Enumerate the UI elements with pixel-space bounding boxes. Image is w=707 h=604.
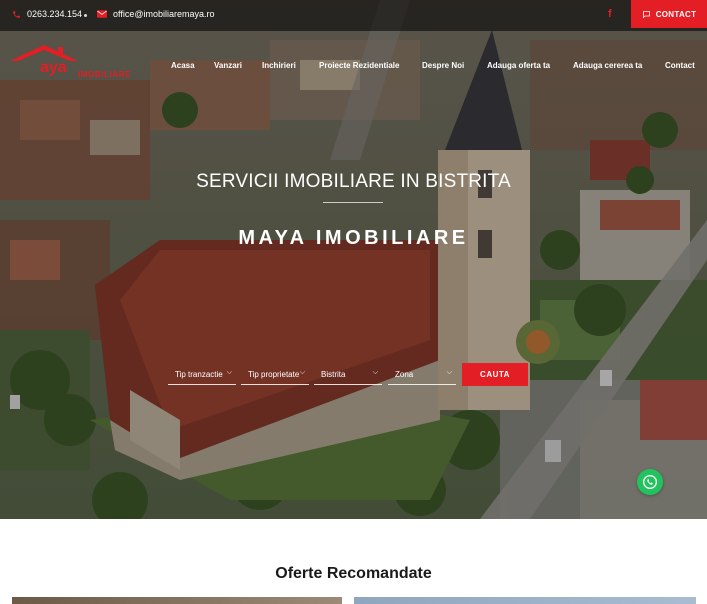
email-link[interactable]: office@imobiliaremaya.ro: [97, 9, 215, 19]
nav-adauga-cererea[interactable]: Adauga cererea ta: [573, 61, 642, 70]
nav-proiecte-rezidentiale[interactable]: Proiecte Rezidentiale: [319, 61, 399, 70]
hero-brand: MAYA IMOBILIARE: [238, 227, 469, 249]
offer-card-image[interactable]: [12, 597, 342, 604]
oras-select[interactable]: Bistrita ⌵: [314, 363, 382, 385]
phone-link[interactable]: 0263.234.154: [12, 9, 82, 19]
chat-bubble-icon: [642, 10, 650, 18]
oras-label: Bistrita: [321, 370, 346, 379]
facebook-icon[interactable]: f: [608, 8, 612, 20]
zona-label: Zona: [395, 370, 414, 379]
whatsapp-button[interactable]: [637, 469, 663, 495]
nav-inchirieri[interactable]: Inchirieri: [262, 61, 296, 70]
phone-icon: [13, 10, 20, 18]
tip-tranzactie-select[interactable]: Tip tranzactie ⌵: [168, 363, 236, 385]
tip-tranzactie-label: Tip tranzactie: [175, 370, 223, 379]
nav-contact[interactable]: Contact: [665, 61, 695, 70]
page: 0263.234.154 office@imobiliaremaya.ro f …: [0, 0, 707, 604]
zona-select[interactable]: Zona ⌵: [388, 363, 456, 385]
top-bar: 0263.234.154 office@imobiliaremaya.ro f …: [0, 0, 707, 31]
nav-despre-noi[interactable]: Despre Noi: [422, 61, 464, 70]
cauta-button[interactable]: CAUTA: [462, 363, 528, 386]
hero-divider: [323, 202, 383, 203]
chevron-down-icon: ⌵: [372, 369, 378, 376]
separator-dot: [84, 14, 87, 17]
tip-proprietate-label: Tip proprietate: [248, 370, 300, 379]
tip-proprietate-select[interactable]: Tip proprietate ⌵: [241, 363, 309, 385]
envelope-icon: [97, 10, 107, 18]
chevron-down-icon: ⌵: [299, 369, 305, 376]
hero-title: SERVICII IMOBILIARE IN BISTRITA: [196, 171, 511, 192]
whatsapp-icon: [643, 475, 657, 489]
nav-acasa[interactable]: Acasa: [171, 61, 195, 70]
phone-number: 0263.234.154: [27, 9, 83, 19]
chevron-down-icon: ⌵: [446, 369, 452, 376]
logo-wordmark: aya: [40, 59, 67, 76]
section-title: Oferte Recomandate: [275, 565, 432, 582]
nav-vanzari[interactable]: Vanzari: [214, 61, 242, 70]
email-address: office@imobiliaremaya.ro: [113, 9, 215, 19]
logo[interactable]: aya IMOBILIARE: [10, 43, 140, 83]
logo-subtitle: IMOBILIARE: [78, 70, 132, 79]
contact-button[interactable]: CONTACT: [631, 0, 707, 28]
chevron-down-icon: ⌵: [226, 369, 232, 376]
contact-button-label: CONTACT: [655, 9, 697, 19]
offer-card-image[interactable]: [354, 597, 696, 604]
nav-adauga-oferta[interactable]: Adauga oferta ta: [487, 61, 550, 70]
